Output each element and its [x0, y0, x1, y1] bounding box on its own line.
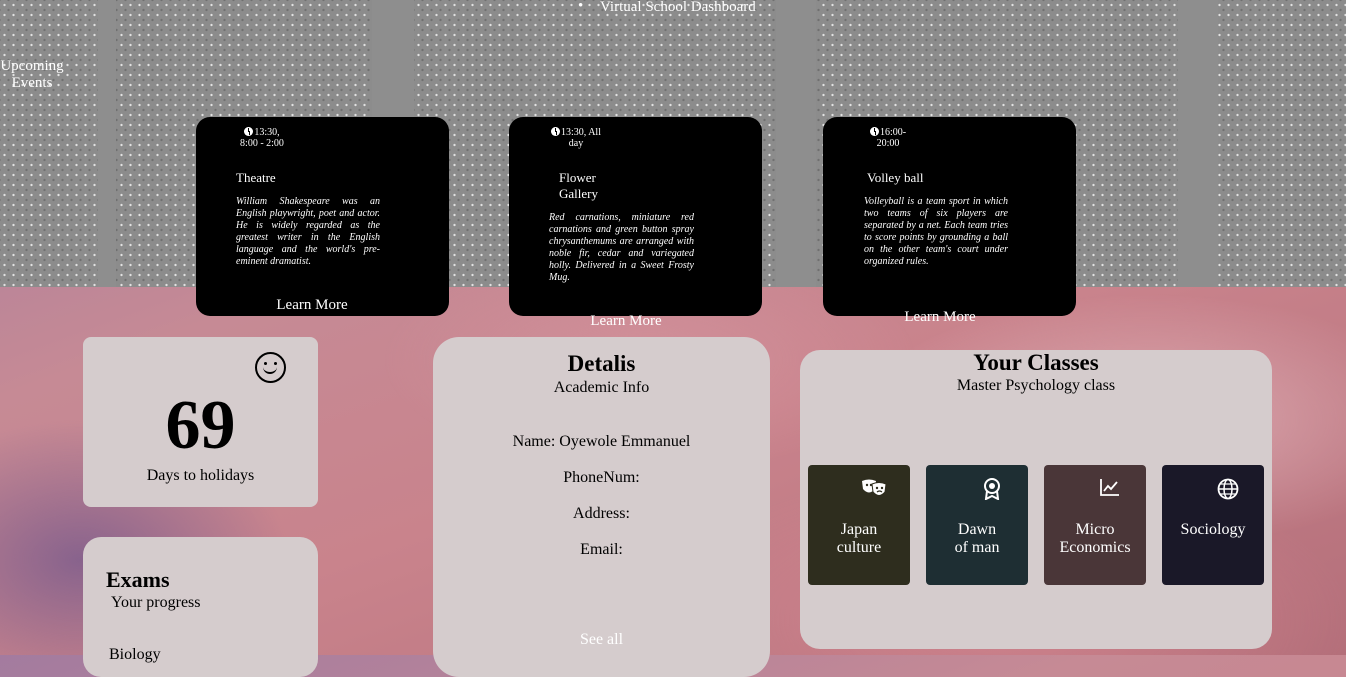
globe-icon	[1217, 478, 1239, 500]
class-tile-dawn-of-man[interactable]: Dawn of man	[926, 465, 1028, 585]
exams-title: Exams	[106, 567, 170, 592]
detail-phone: PhoneNum:	[563, 469, 640, 486]
class-tile-japan-culture[interactable]: Japan culture	[808, 465, 910, 585]
class-label-line2: Economics	[1059, 539, 1131, 556]
see-all-link[interactable]: See all	[433, 631, 770, 649]
holidays-count: 69	[165, 387, 236, 464]
detail-email: Email:	[580, 541, 623, 558]
event-description: Red carnations, miniature red carnations…	[549, 212, 694, 283]
class-label-line2: culture	[836, 539, 882, 556]
award-icon	[984, 478, 1000, 500]
smiley-icon	[255, 352, 286, 383]
exam-subject: Biology	[109, 646, 161, 663]
band-divider	[1178, 0, 1218, 287]
class-label-line2: of man	[954, 539, 1000, 556]
title-bullet: •	[578, 0, 584, 14]
event-time: 13:30, 8:00 - 2:00	[240, 127, 284, 149]
event-name: Flower Gallery	[559, 170, 598, 201]
clock-icon	[244, 127, 254, 136]
event-card-flower-gallery: 13:30, All day Flower Gallery Red carnat…	[509, 117, 762, 316]
class-tile-micro-economics[interactable]: Micro Economics	[1044, 465, 1146, 585]
class-label-line1: Japan	[840, 521, 878, 538]
clock-icon	[869, 127, 879, 136]
event-name: Theatre	[236, 170, 276, 185]
event-time: 13:30, All day	[549, 127, 603, 149]
clock-icon	[550, 127, 560, 136]
classes-title: Your Classes	[973, 350, 1099, 375]
class-tile-sociology[interactable]: Sociology	[1162, 465, 1264, 585]
app-title: Virtual School Dashboard	[600, 0, 756, 15]
event-time: 16:00- 20:00	[867, 127, 909, 149]
event-card-theatre: 13:30, 8:00 - 2:00 Theatre William Shake…	[196, 117, 449, 316]
learn-more-link[interactable]: Learn More	[880, 309, 1000, 326]
learn-more-link[interactable]: Learn More	[252, 297, 372, 314]
event-description: William Shakespeare was an English playw…	[236, 196, 380, 267]
holidays-label: Days to holidays	[146, 467, 255, 484]
theater-masks-icon	[862, 479, 887, 496]
class-label-line1: Dawn	[957, 521, 997, 538]
details-subtitle: Academic Info	[553, 379, 650, 396]
event-description: Volleyball is a team sport in which two …	[864, 196, 1008, 267]
class-label-line1: Micro	[1075, 521, 1115, 538]
chart-line-icon	[1100, 479, 1119, 496]
exams-subtitle: Your progress	[111, 594, 201, 611]
detail-name: Name: Oyewole Emmanuel	[512, 433, 691, 450]
event-card-volleyball: 16:00- 20:00 Volley ball Volleyball is a…	[823, 117, 1076, 316]
classes-subtitle: Master Psychology class	[956, 377, 1116, 394]
upcoming-events-heading: Upcoming Events	[0, 58, 64, 91]
details-title: Detalis	[567, 351, 636, 376]
band-divider	[98, 0, 116, 287]
band-divider	[776, 0, 816, 287]
learn-more-link[interactable]: Learn More	[566, 313, 686, 330]
class-label-line1: Sociology	[1180, 521, 1246, 538]
detail-address: Address:	[573, 505, 630, 522]
event-name: Volley ball	[867, 170, 924, 185]
